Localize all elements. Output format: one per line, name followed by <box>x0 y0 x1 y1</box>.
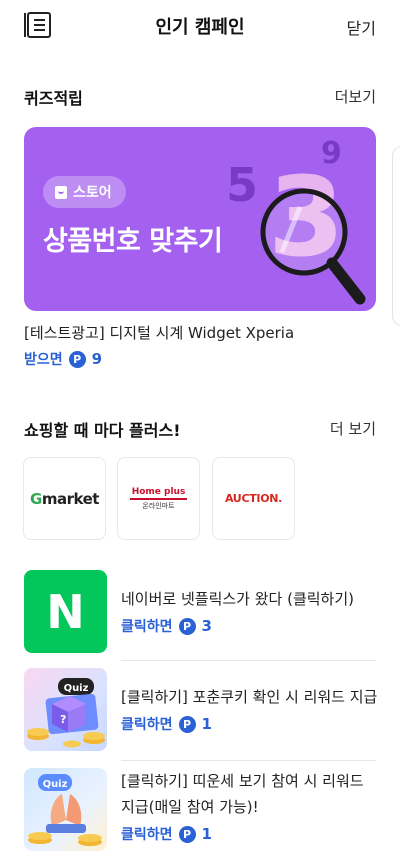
praying-hands-illustration: Quiz <box>28 774 102 846</box>
shop-card-gmarket[interactable]: Gmarket <box>23 457 106 540</box>
quiz-campaign-title[interactable]: [테스트광고] 디지털 시계 Widget Xperia <box>24 322 294 343</box>
shopping-section-title: 쇼핑할 때 마다 플러스! <box>24 421 181 440</box>
campaign-title: [클릭하기] 포춘쿠키 확인 시 리워드 지급 <box>121 688 378 706</box>
store-badge-label: 스토어 <box>73 185 112 201</box>
reward-label: 받으면 <box>24 352 63 368</box>
close-button[interactable]: 닫기 <box>347 15 376 39</box>
list-divider <box>121 660 376 661</box>
shopping-more-button[interactable]: 더 보기 <box>330 418 376 439</box>
quiz-more-button[interactable]: 더보기 <box>335 86 376 107</box>
point-icon: P <box>178 715 196 733</box>
shop-card-homeplus[interactable]: Home plus 온라인마트 <box>117 457 200 540</box>
svg-text:Quiz: Quiz <box>43 779 68 790</box>
campaign-title: 네이버로 넷플릭스가 왔다 (클릭하기) <box>121 590 355 608</box>
shopping-bag-icon <box>55 185 67 199</box>
reward-points: 9 <box>91 350 103 368</box>
banner-headline: 상품번호 맞추기 <box>43 226 223 257</box>
list-item[interactable]: Quiz ? [클릭하기] 포춘쿠키 확인 시 리워드 지급 클릭하면 P 1 <box>24 668 378 752</box>
campaign-reward-line: 클릭하면 P 1 <box>121 824 212 844</box>
page-title: 인기 캠페인 <box>155 17 245 38</box>
list-divider <box>121 760 376 761</box>
svg-text:Quiz: Quiz <box>64 683 89 694</box>
point-icon: P <box>68 350 86 368</box>
campaign-reward-line: 클릭하면 P 1 <box>121 714 212 734</box>
gmarket-logo: Gmarket <box>30 489 99 508</box>
point-icon: P <box>178 825 196 843</box>
store-badge: 스토어 <box>43 176 126 208</box>
reward-points: 3 <box>201 617 212 635</box>
auction-logo: AUCTION. <box>224 492 283 505</box>
campaign-reward-line: 클릭하면 P 3 <box>121 616 212 636</box>
reward-points: 1 <box>201 715 212 733</box>
fortune-thumbnail: Quiz <box>24 768 107 851</box>
quiz-section-title: 퀴즈적립 <box>24 89 83 108</box>
svg-text:?: ? <box>60 713 66 726</box>
header-bar: 인기 캠페인 닫기 <box>0 0 400 52</box>
list-item[interactable]: Quiz [클릭하기] 띠운세 보기 참여 시 리워드 지급(매일 참여 가능)… <box>24 768 376 852</box>
naver-n-logo: N <box>46 584 85 639</box>
point-icon: P <box>178 617 196 635</box>
campaign-title: [클릭하기] 띠운세 보기 참여 시 리워드 지급(매일 참여 가능)! <box>121 772 364 816</box>
shop-card-auction[interactable]: AUCTION. <box>212 457 295 540</box>
reward-label: 클릭하면 <box>121 717 173 733</box>
quiz-cube-illustration: Quiz ? <box>27 678 105 748</box>
next-card-peek <box>392 146 400 326</box>
quiz-banner[interactable]: 5 9 3 스토어 상품번호 맞추기 <box>24 127 376 311</box>
quiz-reward-line: 받으면 P 9 <box>24 349 102 369</box>
list-item[interactable]: N 네이버로 넷플릭스가 왔다 (클릭하기) 클릭하면 P 3 <box>24 570 376 654</box>
reward-label: 클릭하면 <box>121 827 173 843</box>
homeplus-logo: Home plus 온라인마트 <box>129 486 188 510</box>
fortune-cookie-thumbnail: Quiz ? <box>24 668 107 751</box>
reward-points: 1 <box>201 825 212 843</box>
deco-digit: 5 <box>226 158 258 212</box>
reward-label: 클릭하면 <box>121 619 173 635</box>
naver-thumbnail: N <box>24 570 107 653</box>
